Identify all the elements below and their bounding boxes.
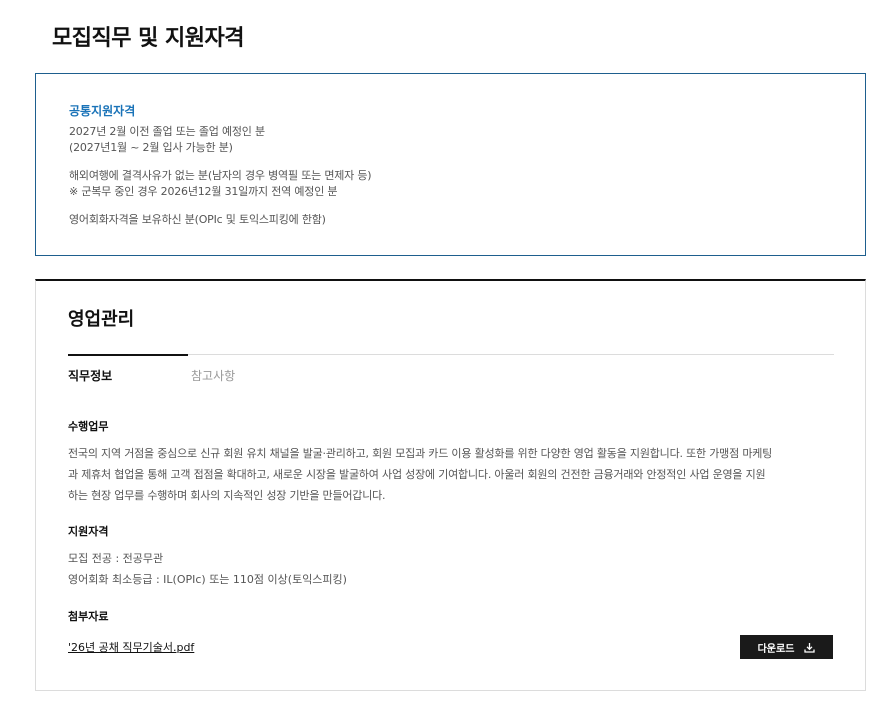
duties-heading: 수행업무	[68, 420, 109, 433]
job-title: 영업관리	[68, 309, 135, 330]
common-line: 2027년 2월 이전 졸업 또는 졸업 예정인 분	[69, 125, 265, 138]
qualification-line: 모집 전공 : 전공무관	[68, 552, 164, 565]
common-line: 해외여행에 결격사유가 없는 분(남자의 경우 병역필 또는 면제자 등)	[69, 169, 372, 182]
common-line: (2027년1월 ~ 2월 입사 가능한 분)	[69, 141, 233, 154]
duties-text: 전국의 지역 거점을 중심으로 신규 회원 유치 채널을 발굴·관리하고, 회원…	[68, 443, 838, 506]
duties-line: 전국의 지역 거점을 중심으로 신규 회원 유치 채널을 발굴·관리하고, 회원…	[68, 447, 773, 460]
tab-notes[interactable]: 참고사항	[191, 367, 235, 384]
attachment-file-link[interactable]: '26년 공채 직무기술서.pdf	[68, 639, 194, 655]
download-button[interactable]: 다운로드	[740, 635, 833, 659]
download-button-label: 다운로드	[757, 643, 795, 655]
job-tabs: 직무정보 참고사항	[68, 354, 834, 394]
tab-job-info[interactable]: 직무정보	[68, 367, 112, 384]
qualifications-list: 모집 전공 : 전공무관 영어회화 최소등급 : IL(OPIc) 또는 110…	[68, 548, 347, 590]
tab-active-indicator	[68, 354, 188, 356]
qualifications-heading: 지원자격	[68, 525, 109, 538]
attachments-heading: 첨부자료	[68, 610, 109, 623]
common-line: ※ 군복무 중인 경우 2026년12월 31일까지 전역 예정인 분	[69, 185, 338, 198]
page-title: 모집직무 및 지원자격	[52, 26, 244, 51]
common-qualifications-list: 2027년 2월 이전 졸업 또는 졸업 예정인 분 (2027년1월 ~ 2월…	[69, 124, 372, 228]
duties-line: 하는 현장 업무를 수행하며 회사의 지속적인 성장 기반을 만들어갑니다.	[68, 489, 386, 502]
qualification-line: 영어회화 최소등급 : IL(OPIc) 또는 110점 이상(토익스피킹)	[68, 573, 347, 586]
common-line: 영어회화자격을 보유하신 분(OPIc 및 토익스피킹에 한함)	[69, 213, 326, 226]
common-qualifications-title: 공통지원자격	[69, 104, 136, 118]
download-icon	[804, 642, 816, 653]
common-qualifications-box: 공통지원자격 2027년 2월 이전 졸업 또는 졸업 예정인 분 (2027년…	[35, 73, 866, 256]
duties-line: 과 제휴처 협업을 통해 고객 접점을 확대하고, 새로운 시장을 발굴하여 사…	[68, 468, 766, 481]
job-card: 영업관리 직무정보 참고사항 수행업무 전국의 지역 거점을 중심으로 신규 회…	[35, 279, 866, 691]
